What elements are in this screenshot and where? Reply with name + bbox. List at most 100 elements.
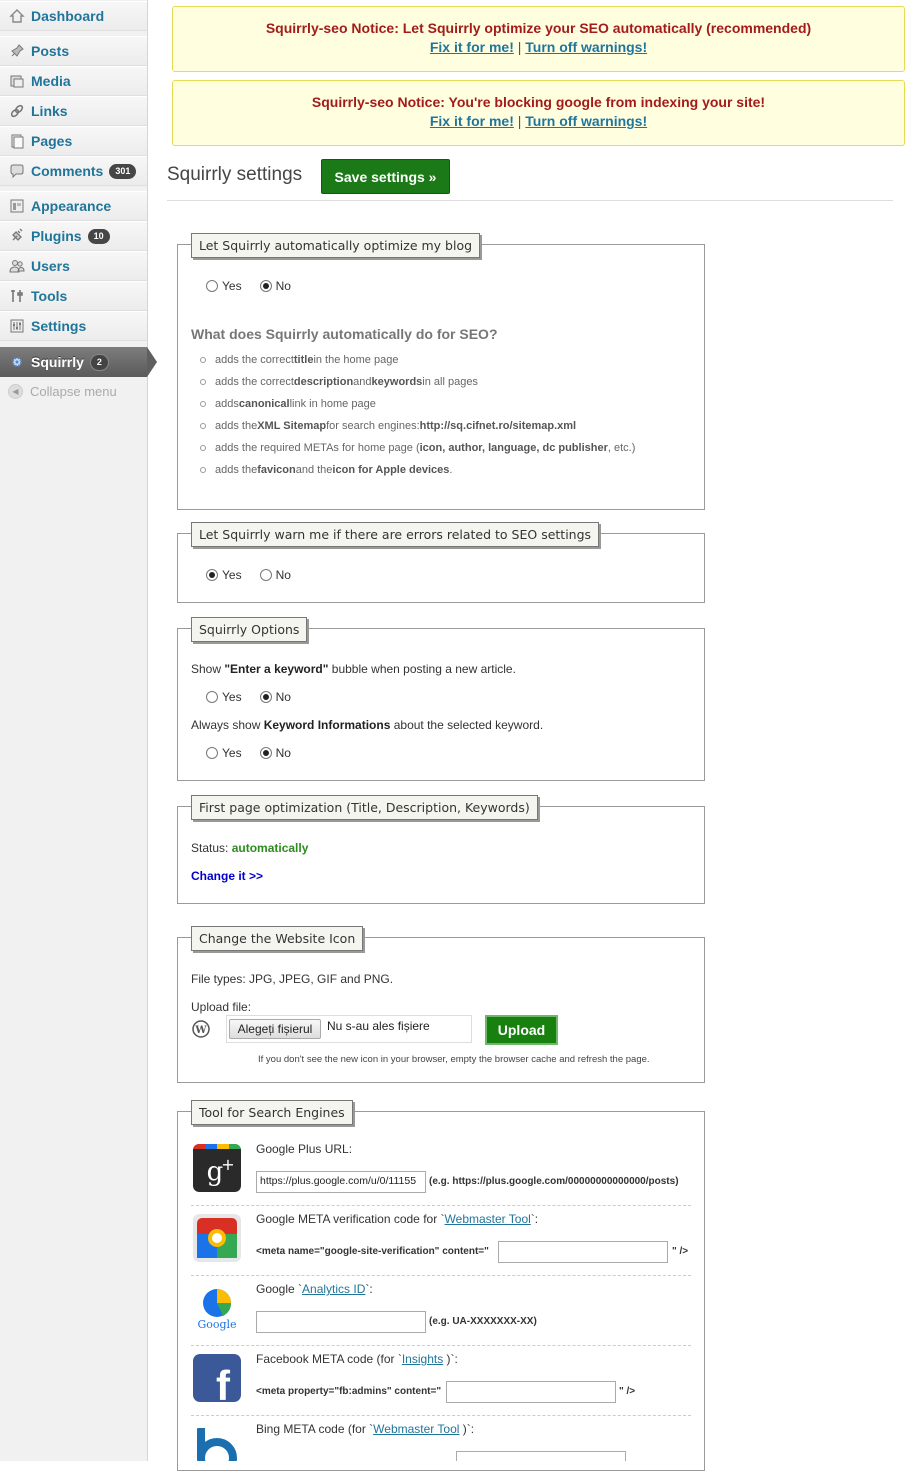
panel-legend: First page optimization (Title, Descript… [191, 795, 538, 820]
turn-off-warnings-link[interactable]: Turn off warnings! [525, 39, 647, 55]
example-text: (e.g. UA-XXXXXXX-XX) [429, 1316, 537, 1327]
radio-no-label: No [275, 746, 291, 760]
sidebar-item-plugins[interactable]: Plugins 10 [0, 221, 147, 251]
collapse-menu-button[interactable]: ◀ Collapse menu [8, 384, 117, 399]
squirrly-options-panel: Squirrly Options Show "Enter a keyword" … [177, 617, 705, 781]
radio-yes[interactable] [206, 691, 218, 703]
upload-button[interactable]: Upload [485, 1015, 558, 1045]
tool-label: Facebook META code (for `Insights )`: [256, 1352, 458, 1366]
separator: | [517, 113, 522, 129]
insights-link[interactable]: Insights [402, 1352, 443, 1366]
choose-file-button[interactable]: Alegeți fișierul [229, 1019, 321, 1039]
radio-no-label: No [275, 690, 291, 704]
users-icon [8, 258, 26, 274]
change-it-link[interactable]: Change it >> [191, 869, 263, 883]
sidebar-item-comments[interactable]: Comments 301 [0, 156, 147, 186]
svg-text:W: W [194, 1025, 207, 1036]
bing-icon [193, 1428, 241, 1461]
radio-no[interactable] [259, 280, 272, 292]
pages-icon [8, 133, 26, 149]
sidebar-item-links[interactable]: Links [0, 96, 147, 126]
sidebar-item-dashboard[interactable]: Dashboard [0, 1, 147, 31]
meta-suffix-text: " /> [672, 1246, 689, 1257]
comments-count-badge: 301 [109, 163, 137, 179]
radio-yes[interactable] [206, 747, 218, 759]
separator: | [517, 39, 522, 55]
collapse-arrow-icon: ◀ [8, 384, 23, 399]
meta-prefix-text: <meta property="fb:admins" content=" [256, 1386, 442, 1397]
list-item: adds the correct description and keyword… [200, 371, 635, 393]
list-item: adds the favicon and the icon for Apple … [200, 459, 635, 481]
svg-text:Google: Google [197, 1318, 236, 1331]
bing-meta-input[interactable] [456, 1451, 626, 1461]
tools-icon [8, 288, 26, 304]
sidebar-item-label: Comments [31, 163, 104, 179]
panel-legend: Let Squirrly warn me if there are errors… [191, 522, 600, 547]
google-plus-url-input[interactable]: https://plus.google.com/u/0/11155 [256, 1171, 426, 1193]
panel-legend: Let Squirrly automatically optimize my b… [191, 233, 481, 258]
sidebar-item-pages[interactable]: Pages [0, 126, 147, 156]
svg-text:f: f [216, 1362, 231, 1402]
sidebar-item-label: Users [31, 258, 70, 274]
sidebar-item-label: Dashboard [31, 8, 105, 24]
sidebar-item-users[interactable]: Users [0, 251, 147, 281]
google-verification-input[interactable] [498, 1241, 668, 1263]
sidebar-item-label: Settings [31, 318, 87, 334]
turn-off-warnings-link[interactable]: Turn off warnings! [525, 113, 647, 129]
sidebar-item-label: Squirrly [31, 354, 84, 370]
keyword-bubble-radio-group: Yes No [206, 690, 309, 704]
sidebar-item-label: Pages [31, 133, 73, 149]
analytics-id-link[interactable]: Analytics ID [302, 1282, 365, 1296]
change-link-wrap: Change it >> [191, 869, 263, 883]
dashboard-icon [8, 8, 26, 24]
webmaster-tool-link[interactable]: Webmaster Tool [373, 1422, 459, 1436]
notice-text: Squirrly-seo Notice: Let Squirrly optimi… [265, 20, 812, 36]
facebook-row: f Facebook META code (for `Insights )`: … [191, 1346, 691, 1416]
sidebar-item-settings[interactable]: Settings [0, 311, 147, 341]
google-webmaster-icon [193, 1214, 241, 1262]
comment-icon [8, 163, 26, 179]
radio-yes-label: Yes [222, 746, 242, 760]
wordpress-icon: W [192, 1020, 210, 1038]
plugins-count-badge: 10 [87, 228, 110, 244]
list-item: adds the correct title in the home page [200, 349, 635, 371]
sidebar-item-squirrly[interactable]: Squirrly 2 [0, 347, 157, 377]
radio-no[interactable] [259, 747, 272, 759]
radio-no-label: No [275, 279, 291, 293]
panel-legend: Squirrly Options [191, 617, 308, 642]
status-value: automatically [231, 841, 309, 855]
squirrly-count-badge: 2 [89, 353, 109, 371]
analytics-id-input[interactable] [256, 1311, 426, 1333]
sidebar-item-appearance[interactable]: Appearance [0, 191, 147, 221]
radio-yes[interactable] [206, 280, 218, 292]
list-item: adds the XML Sitemap for search engines:… [200, 415, 635, 437]
first-page-optimization-panel: First page optimization (Title, Descript… [177, 795, 705, 904]
keyword-info-radio-group: Yes No [206, 746, 309, 760]
google-analytics-row: Google Google `Analytics ID`: (e.g. UA-X… [191, 1276, 691, 1346]
radio-no[interactable] [259, 569, 272, 581]
radio-yes-label: Yes [222, 568, 242, 582]
meta-prefix-text: <meta name="google-site-verification" co… [256, 1246, 489, 1257]
no-file-chosen-text: Nu s-au ales fișiere [327, 1019, 430, 1033]
radio-no[interactable] [259, 691, 272, 703]
fix-it-link[interactable]: Fix it for me! [430, 113, 514, 129]
save-settings-button[interactable]: Save settings » [321, 159, 450, 194]
google-analytics-icon: Google [193, 1284, 241, 1332]
page-title: Squirrly settings [167, 164, 303, 185]
facebook-admins-input[interactable] [446, 1381, 616, 1403]
tool-label: Bing META code (for `Webmaster Tool )`: [256, 1422, 475, 1436]
list-item: adds the required METAs for home page (i… [200, 437, 635, 459]
radio-no-label: No [275, 568, 291, 582]
sidebar-item-posts[interactable]: Posts [0, 36, 147, 66]
notice-blocking-google: Squirrly-seo Notice: You're blocking goo… [172, 80, 905, 146]
webmaster-tool-link[interactable]: Webmaster Tool [445, 1212, 531, 1226]
status-line: Status: automatically [191, 841, 309, 855]
upload-file-label: Upload file: [191, 1000, 252, 1014]
fix-it-link[interactable]: Fix it for me! [430, 39, 514, 55]
pin-icon [8, 43, 26, 59]
sidebar-item-media[interactable]: Media [0, 66, 147, 96]
facebook-icon: f [193, 1354, 241, 1402]
sidebar-item-tools[interactable]: Tools [0, 281, 147, 311]
radio-yes[interactable] [206, 569, 218, 581]
google-plus-icon: g + [193, 1144, 241, 1192]
